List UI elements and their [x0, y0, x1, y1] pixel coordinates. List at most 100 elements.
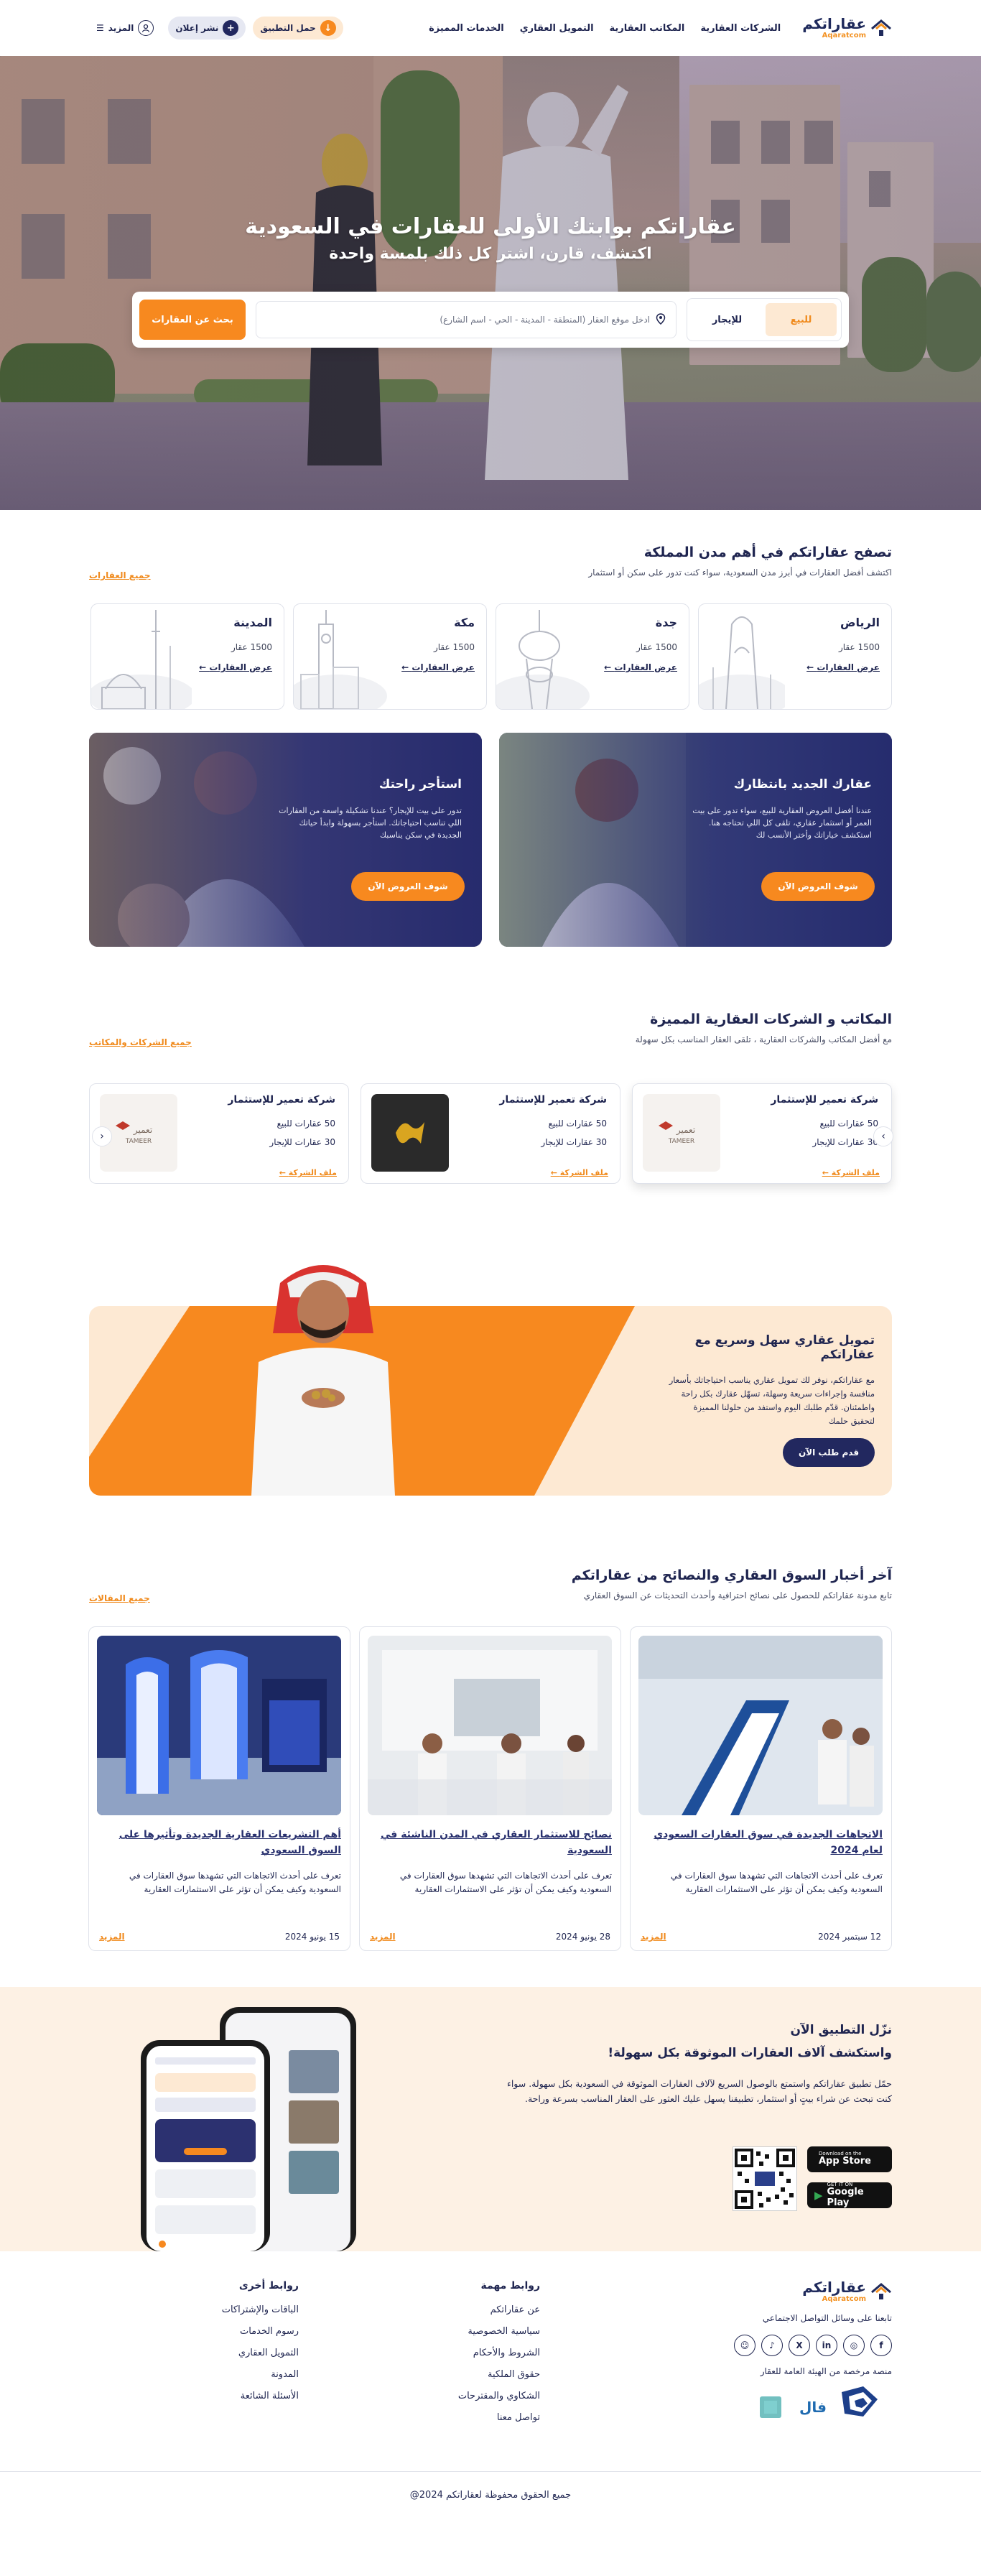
promo-sale: عقارك الجديد بانتظارك عندنا أفضل العروض …: [499, 733, 892, 947]
footer-link[interactable]: رسوم الخدمات: [222, 2326, 299, 2337]
linkedin-icon[interactable]: in: [816, 2335, 837, 2356]
cities-section: تصفح عقاراتكم في أهم مدن المملكة اكتشف أ…: [0, 510, 981, 947]
menu-icon: ☰: [96, 23, 104, 33]
view-properties-link[interactable]: عرض العقارات ←: [199, 662, 272, 672]
company-logo: تعمير TAMEER: [643, 1094, 720, 1172]
riyadh-landmark-icon: [699, 616, 785, 709]
all-properties-link[interactable]: جميع العقارات: [89, 570, 151, 580]
view-properties-link[interactable]: عرض العقارات ←: [401, 662, 475, 672]
city-card-riyadh[interactable]: الرياض 1500 عقار عرض العقارات ←: [698, 603, 892, 710]
nav-companies[interactable]: الشركات العقارية: [700, 23, 781, 34]
logo-icon: [870, 19, 892, 37]
footer-link[interactable]: تواصل معنا: [458, 2412, 540, 2423]
makkah-landmark-icon: [294, 610, 387, 709]
plus-icon: +: [223, 20, 239, 36]
read-more-link[interactable]: المزيد: [370, 1932, 396, 1942]
user-icon: [138, 20, 154, 36]
app-title: نزّل التطبيق الآن: [790, 2023, 892, 2037]
qr-code: [733, 2146, 797, 2211]
follow-us-text: تابعنا على وسائل التواصل الاجتماعي: [762, 2313, 892, 2323]
city-list: الرياض 1500 عقار عرض العقارات ← جدة 1500…: [89, 603, 892, 710]
tab-sale[interactable]: للبيع: [766, 303, 837, 336]
company-profile-link[interactable]: ملف الشركة ←: [822, 1168, 880, 1177]
all-articles-link[interactable]: جميع المقالات: [89, 1593, 150, 1603]
article-image: [97, 1636, 341, 1815]
svg-text:تعمير: تعمير: [133, 1125, 152, 1136]
carousel-prev-arrow[interactable]: ‹: [92, 1126, 112, 1146]
article-image: [368, 1636, 612, 1815]
company-profile-link[interactable]: ملف الشركة ←: [551, 1168, 608, 1177]
footer-link[interactable]: الباقات والإشتراكات: [222, 2304, 299, 2315]
read-more-link[interactable]: المزيد: [641, 1932, 666, 1942]
footer-link[interactable]: حقوق الملكية: [458, 2369, 540, 2380]
finance-title: تمويل عقاري سهل وسريع مع عقاراتكم: [694, 1333, 875, 1362]
all-companies-link[interactable]: جميع الشركات والمكاتب: [89, 1037, 192, 1047]
app-download-section: نزّل التطبيق الآن واستكشف آلاف العقارات …: [0, 1987, 981, 2251]
article-title[interactable]: نصائح للاستثمار العقاري في المدن الناشئة…: [368, 1827, 612, 1859]
footer-link[interactable]: التمويل العقاري: [222, 2348, 299, 2358]
footer-link[interactable]: الشكاوي والمقترحات: [458, 2391, 540, 2401]
nav-offices[interactable]: المكاتب العقارية: [610, 23, 685, 34]
office-card[interactable]: شركة تعمير للإستثمار 50 عقارات للبيع 30 …: [89, 1083, 349, 1184]
footer-link[interactable]: الأسئلة الشائعة: [222, 2391, 299, 2401]
footer-link[interactable]: سياسية الخصوصية: [458, 2326, 540, 2337]
footer-link[interactable]: عن عقاراتكم: [458, 2304, 540, 2315]
footer-link[interactable]: الشروط والأحكام: [458, 2348, 540, 2358]
svg-text:تعمير: تعمير: [676, 1125, 695, 1136]
article-title[interactable]: الاتجاهات الجديدة في سوق العقارات السعود…: [639, 1827, 883, 1859]
x-icon[interactable]: X: [789, 2335, 810, 2356]
article-card[interactable]: أهم التشريعات العقارية الجديدة وتأثيرها …: [88, 1626, 350, 1951]
city-card-makkah[interactable]: مكة 1500 عقار عرض العقارات ←: [293, 603, 487, 710]
news-section: آخر أخبار السوق العقاري والنصائح من عقار…: [0, 1496, 981, 1951]
carousel-next-arrow[interactable]: ›: [873, 1126, 893, 1146]
article-excerpt: تعرف على أحدث الاتجاهات التي تشهدها سوق …: [670, 1870, 883, 1894]
svg-text:فال: فال: [799, 2399, 827, 2416]
main-nav: الشركات العقارية المكاتب العقارية التموي…: [429, 23, 781, 34]
tiktok-icon[interactable]: ♪: [761, 2335, 783, 2356]
view-properties-link[interactable]: عرض العقارات ←: [806, 662, 880, 672]
city-card-madinah[interactable]: المدينة 1500 عقار عرض العقارات ←: [90, 603, 284, 710]
site-logo[interactable]: عقاراتكم Aqaratcom: [802, 17, 892, 40]
apply-now-button[interactable]: قدم طلب الآن: [783, 1438, 875, 1467]
article-card[interactable]: الاتجاهات الجديدة في سوق العقارات السعود…: [630, 1626, 892, 1951]
jeddah-landmark-icon: [496, 610, 590, 709]
store-buttons: Download on the App Store ▶ GET IT ON Goog…: [807, 2146, 892, 2208]
article-card[interactable]: نصائح للاستثمار العقاري في المدن الناشئة…: [359, 1626, 621, 1951]
post-ad-button[interactable]: + نشر إعلان: [168, 17, 246, 40]
footer-link[interactable]: المدونة: [222, 2369, 299, 2380]
facebook-icon[interactable]: f: [870, 2335, 892, 2356]
office-card[interactable]: شركة تعمير للإستثمار 50 عقارات للبيع 30 …: [361, 1083, 620, 1184]
read-more-link[interactable]: المزيد: [99, 1932, 125, 1942]
logo-english: Aqaratcom: [822, 32, 866, 40]
google-play-button[interactable]: ▶ GET IT ON Google Play: [807, 2182, 892, 2208]
view-properties-link[interactable]: عرض العقارات ←: [604, 662, 677, 672]
promo-title: استأجر راحتك: [378, 777, 462, 792]
nav-premium-services[interactable]: الخدمات المميزة: [429, 23, 504, 34]
footer-logo[interactable]: عقاراتكم Aqaratcom: [734, 2280, 892, 2303]
app-store-button[interactable]: Download on the App Store: [807, 2146, 892, 2172]
article-title[interactable]: أهم التشريعات العقارية الجديدة وتأثيرها …: [98, 1827, 341, 1859]
tab-rent[interactable]: للإيجار: [692, 303, 763, 336]
company-logo: [371, 1094, 449, 1172]
madinah-landmark-icon: [91, 610, 192, 709]
search-box: للبيع للإيجار ادخل موقع العقار (المنطقة …: [132, 292, 849, 348]
city-card-jeddah[interactable]: جدة 1500 عقار عرض العقارات ←: [496, 603, 689, 710]
svg-text:TAMEER: TAMEER: [668, 1138, 694, 1145]
section-title: تصفح عقاراتكم في أهم مدن المملكة: [643, 545, 892, 560]
view-offers-button[interactable]: شوف العروض الآن: [761, 872, 875, 901]
instagram-icon[interactable]: ◎: [843, 2335, 865, 2356]
download-app-button[interactable]: ↓ حمل التطبيق: [253, 17, 343, 40]
offices-carousel: › شركة تعمير للإستثمار 50 عقارات للبيع 3…: [89, 1083, 893, 1184]
finance-banner: تمويل عقاري سهل وسريع مع عقاراتكم مع عقا…: [89, 1265, 892, 1496]
location-placeholder: ادخل موقع العقار (المنطقة - المدينة - ال…: [440, 315, 650, 325]
company-profile-link[interactable]: ملف الشركة ←: [279, 1168, 337, 1177]
snapchat-icon[interactable]: ☺: [734, 2335, 755, 2356]
view-offers-button[interactable]: شوف العروض الآن: [351, 872, 465, 901]
offices-section: المكاتب و الشركات العقارية المميزة مع أف…: [0, 947, 981, 1496]
location-input[interactable]: ادخل موقع العقار (المنطقة - المدينة - ال…: [256, 301, 677, 338]
more-button[interactable]: المزيد ☰: [89, 17, 162, 40]
promo-title: عقارك الجديد بانتظارك: [733, 777, 872, 792]
office-card[interactable]: شركة تعمير للإستثمار 50 عقارات للبيع 30 …: [632, 1083, 892, 1184]
search-button[interactable]: بحث عن العقارات: [139, 300, 246, 340]
nav-finance[interactable]: التمويل العقاري: [520, 23, 594, 34]
